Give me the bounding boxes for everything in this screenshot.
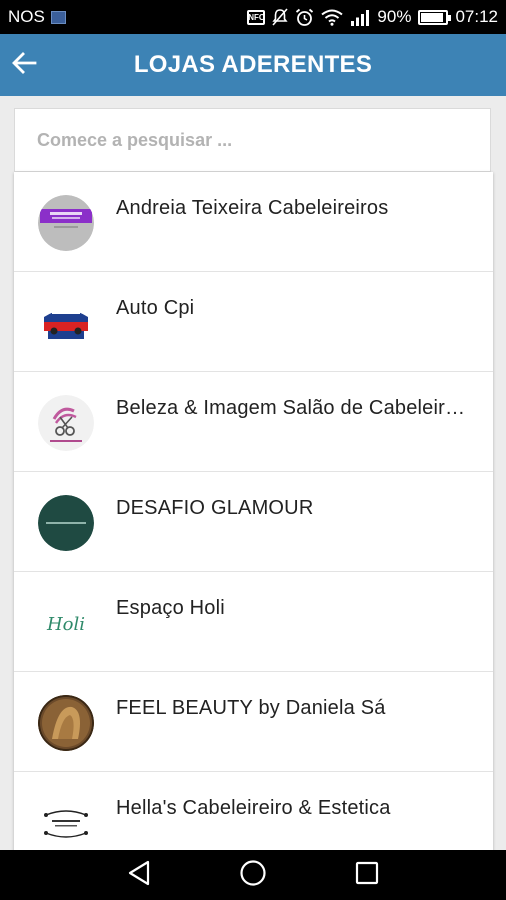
back-triangle-icon <box>127 860 151 891</box>
list-item[interactable]: Auto Cpi <box>14 272 493 372</box>
carrier-label: NOS <box>8 7 45 26</box>
auto-cpi-logo <box>38 295 94 351</box>
list-item[interactable]: Andreia Teixeira Cabeleireiros <box>14 172 493 272</box>
list-item[interactable]: Beleza & Imagem Salão de Cabeleireiro <box>14 372 493 472</box>
feel-beauty-logo <box>38 695 94 751</box>
nfc-icon: NFC <box>247 9 266 25</box>
mute-icon <box>272 8 289 26</box>
status-bar: NOS NFC 90% 07:12 <box>0 0 506 34</box>
signal-icon <box>350 9 370 26</box>
store-name: FEEL BEAUTY by Daniela Sá <box>116 697 386 719</box>
battery-fill <box>421 12 443 22</box>
home-circle-icon <box>239 859 267 892</box>
navigation-bar <box>0 850 506 900</box>
app-bar: LOJAS ADERENTES <box>0 34 506 96</box>
store-name: DESAFIO GLAMOUR <box>116 497 314 519</box>
list-item[interactable]: Hella's Cabeleireiro & Estetica <box>14 772 493 850</box>
page-title: LOJAS ADERENTES <box>133 51 373 78</box>
list-item[interactable]: FEEL BEAUTY by Daniela Sá <box>14 672 493 772</box>
main-content: Andreia Teixeira Cabeleireiros Auto Cpi … <box>0 96 506 850</box>
alarm-icon <box>295 8 314 27</box>
espaco-holi-logo: Holi <box>38 595 94 651</box>
espaco-holi-logo-text: Holi <box>46 614 85 635</box>
desafio-glamour-logo <box>38 495 94 551</box>
list-item[interactable]: DESAFIO GLAMOUR <box>14 472 493 572</box>
battery-icon <box>418 9 452 25</box>
beleza-imagem-logo <box>38 395 94 451</box>
nav-recents-button[interactable] <box>349 857 385 893</box>
store-name: Espaço Holi <box>116 597 225 619</box>
clock: 07:12 <box>455 7 498 26</box>
store-list: Andreia Teixeira Cabeleireiros Auto Cpi … <box>14 172 493 850</box>
search-input[interactable] <box>37 109 490 171</box>
andreia-logo <box>38 195 94 251</box>
store-name: Andreia Teixeira Cabeleireiros <box>116 197 389 219</box>
store-name: Beleza & Imagem Salão de Cabeleireiro <box>116 397 466 419</box>
back-button[interactable] <box>0 34 48 96</box>
store-name: Auto Cpi <box>116 297 195 319</box>
hellas-logo <box>38 795 94 850</box>
list-item[interactable]: Holi Espaço Holi <box>14 572 493 672</box>
image-icon <box>50 10 66 24</box>
nav-home-button[interactable] <box>235 857 271 893</box>
recents-square-icon <box>355 861 379 890</box>
store-name: Hella's Cabeleireiro & Estetica <box>116 797 391 819</box>
battery-percent: 90% <box>377 7 412 26</box>
search-box <box>14 108 491 172</box>
arrow-left-icon <box>11 51 37 80</box>
nav-back-button[interactable] <box>121 857 157 893</box>
wifi-icon <box>321 9 344 26</box>
